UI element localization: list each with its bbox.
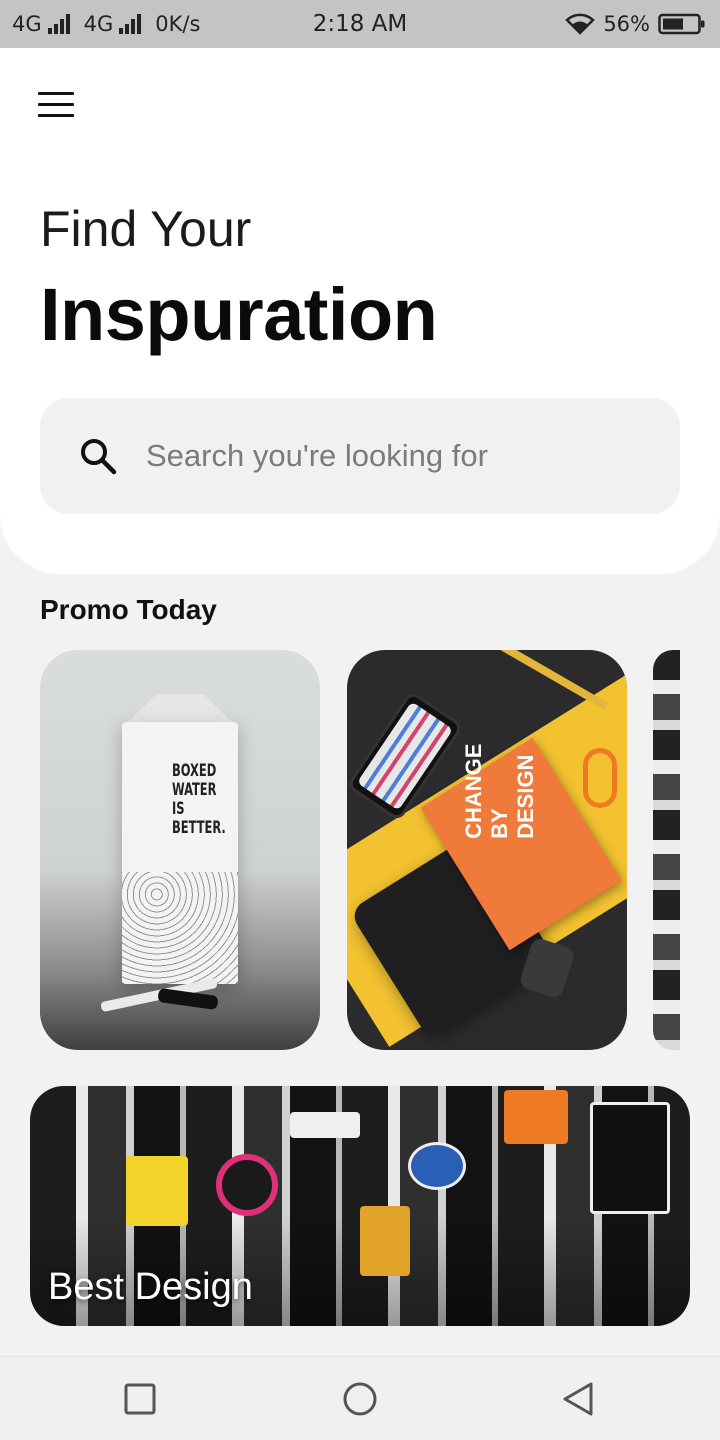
scissors-image xyxy=(583,748,617,808)
back-icon[interactable] xyxy=(560,1381,596,1417)
sticker-yellow-badge xyxy=(126,1156,188,1226)
carton-image: BOXED WATER IS BETTER. xyxy=(122,722,238,984)
page-title-line-1: Find Your xyxy=(40,201,252,257)
home-icon[interactable] xyxy=(342,1381,378,1417)
sticker-utah-ether xyxy=(590,1102,670,1214)
battery-icon xyxy=(658,13,705,35)
search-input[interactable] xyxy=(146,430,646,482)
pencil-image xyxy=(491,650,609,710)
search-bar[interactable] xyxy=(40,398,680,514)
sticker-white-label xyxy=(290,1112,360,1138)
sticker-orange xyxy=(504,1090,568,1144)
sticker-pink xyxy=(216,1154,278,1216)
carton-pattern xyxy=(122,872,238,984)
section-title-promo: Promo Today xyxy=(40,594,217,625)
battery-percent: 56% xyxy=(603,12,650,36)
banner-label: Best Design xyxy=(48,1266,253,1308)
hamburger-menu-icon[interactable] xyxy=(38,92,74,118)
page-title-line-2: Inspuration xyxy=(40,273,438,356)
marker-cap xyxy=(157,987,219,1011)
system-navigation-bar xyxy=(0,1356,720,1440)
promo-card-boxed-water[interactable]: BOXED WATER IS BETTER. xyxy=(40,650,320,1050)
promo-card-stickers-partial[interactable] xyxy=(653,650,680,1050)
carton-text: BOXED WATER IS BETTER. xyxy=(172,761,226,838)
sticker-shield xyxy=(360,1206,410,1276)
wifi-icon xyxy=(565,13,596,35)
promo-card-change-by-design[interactable]: CHANGE BY DESIGN xyxy=(347,650,627,1050)
recent-apps-icon[interactable] xyxy=(122,1381,158,1417)
sticker-blue-badge xyxy=(408,1142,466,1190)
search-icon xyxy=(81,439,117,475)
best-design-banner[interactable]: Best Design xyxy=(30,1086,690,1326)
book-text: CHANGE BY DESIGN xyxy=(461,743,539,839)
status-bar: 4G 4G 0K/s 2:18 AM 56% xyxy=(0,0,720,48)
status-bar-right: 56% xyxy=(565,12,706,36)
header-card: Find Your Inspuration xyxy=(0,48,720,574)
